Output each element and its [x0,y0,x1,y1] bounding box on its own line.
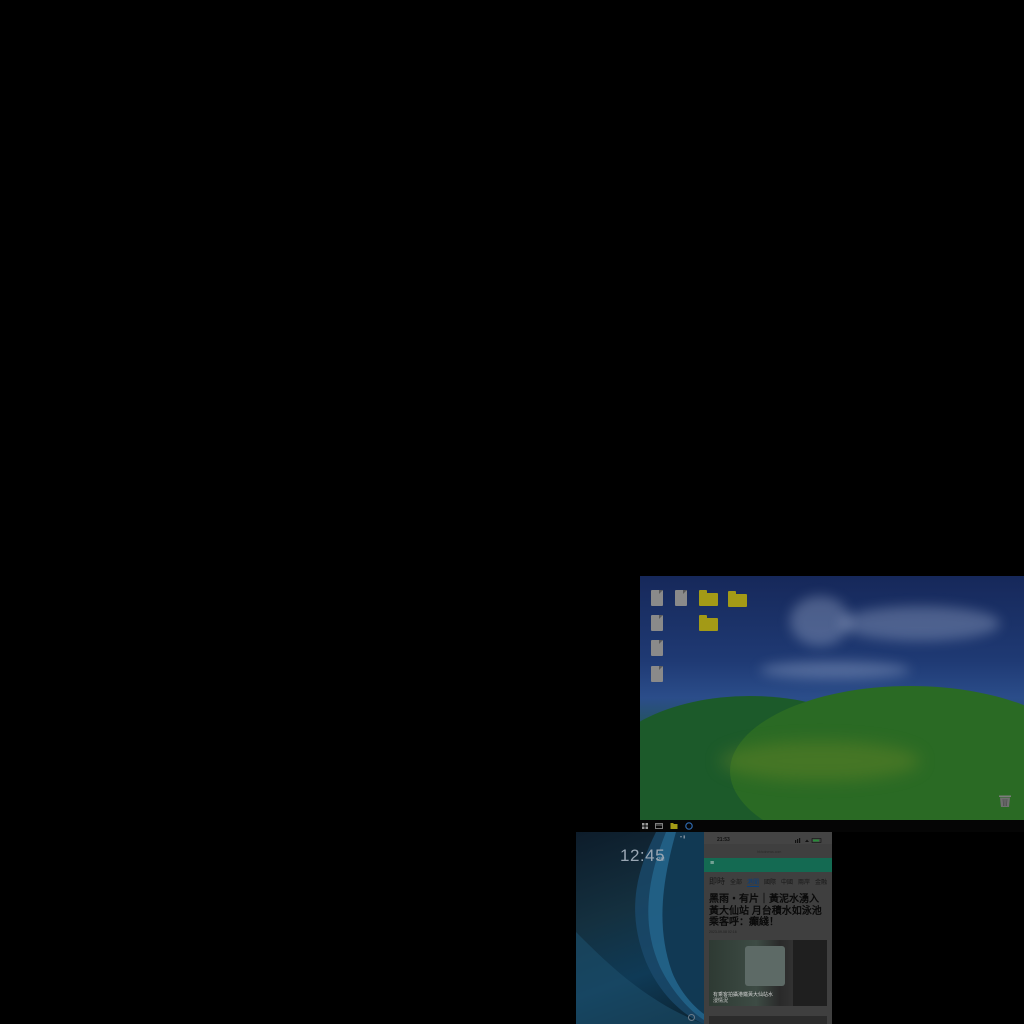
file-icon[interactable] [651,615,663,631]
tab-hongkong[interactable]: 港聞 [747,877,760,887]
browser-icon[interactable] [685,822,693,830]
folder-icon[interactable] [699,615,718,631]
status-icons [795,838,822,843]
window-icon[interactable] [655,822,663,830]
file-icon[interactable] [651,666,663,682]
taskbar [640,820,1024,832]
folder-icon[interactable] [699,590,718,606]
status-time: 21:53 [717,837,730,843]
photo-door [793,940,827,1006]
menu-icon[interactable]: ≡ [710,860,714,867]
article-headline[interactable]: 黑雨・有片｜黃泥水湧入黃大仙站 月台積水如泳池 乘客呼：癲綫！ [709,894,827,929]
app-header [704,858,832,872]
tab-all[interactable]: 全部 [730,877,742,886]
cloud [760,661,910,679]
desktop-window [640,576,1024,820]
apps-icon[interactable] [641,822,649,830]
file-icon[interactable] [675,590,687,606]
lock-time: 12:45 [620,846,666,865]
next-article-photo[interactable] [709,1016,827,1024]
status-bar: ▾ ▮ [680,834,686,839]
trash-icon[interactable] [998,794,1012,808]
tab-cross-strait[interactable]: 兩岸 [798,877,810,886]
hill-highlight [720,741,920,781]
folder-icon[interactable] [670,822,678,830]
unlock-icon[interactable] [688,1014,695,1021]
lock-ampm: PM [657,857,665,863]
folder-icon[interactable] [728,591,747,607]
tab-international[interactable]: 國際 [764,877,776,886]
article-date: 2023-09-08 02:16 [709,930,737,934]
tab-china[interactable]: 中國 [781,877,793,886]
file-icon[interactable] [651,590,663,606]
url-bar[interactable]: hkhotnews.com [757,850,781,854]
photo-subject [745,946,785,986]
cloud [840,606,1000,641]
tab-finance[interactable]: 金融 [815,877,827,886]
photo-caption: 有乘客拍攝港鐵黃大仙站水浸情況 [713,992,774,1004]
tab-instant[interactable]: 即時 [709,876,725,887]
file-icon[interactable] [651,640,663,656]
